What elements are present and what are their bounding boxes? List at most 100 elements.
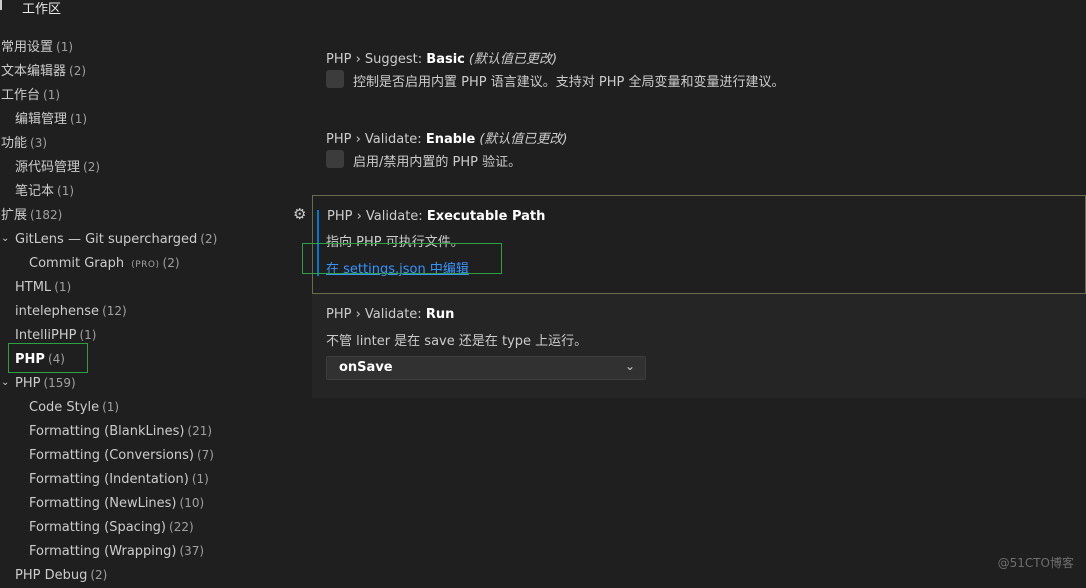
toc-item[interactable]: 源代码管理 (2) [0,155,300,179]
settings-toc: 常用设置 (1) 文本编辑器 (2) 工作台 (1) 编辑管理 (1) 功能 (3) 源代… [0,35,300,587]
toc-count: (2) [200,232,218,246]
toc-item-gitlens[interactable]: ⌄ GitLens — Git supercharged (2) [0,227,300,251]
toc-item[interactable]: 笔记本 (1) [0,179,300,203]
toc-item[interactable]: Formatting (BlankLines) (21) [0,419,300,443]
toc-count: (182) [30,208,63,222]
toc-label: Formatting (Indentation) [29,472,189,487]
setting-category: PHP › Suggest: [326,52,427,67]
toc-count: (1) [56,40,74,54]
setting-title: PHP › Suggest: Basic (默认值已更改) [326,48,557,67]
toc-label: Formatting (Conversions) [29,448,194,463]
setting-category: PHP › Validate: [327,209,427,224]
watermark: @51CTO博客 [997,556,1074,570]
toc-label: Code Style [29,400,100,415]
toc-item[interactable]: PHP Debug (2) [0,563,300,587]
toc-label: Formatting (Wrapping) [29,544,177,559]
setting-php-validate-enable: PHP › Validate: Enable (默认值已更改) 启用/禁用内置的 … [312,120,1086,180]
modified-indicator[interactable]: (默认值已更改) [469,52,557,67]
toc-label: 常用设置 [1,40,54,55]
toc-count: (37) [179,544,205,558]
tab-workspace-label: 工作区 [22,1,62,17]
pro-badge: (PRO) [131,260,160,270]
toc-count: (3) [30,136,48,150]
toc-item[interactable]: 编辑管理 (1) [0,107,300,131]
toc-item[interactable]: Formatting (Conversions) (7) [0,443,300,467]
setting-category: PHP › Validate: [326,132,426,147]
tab-indicator [0,0,2,10]
toc-label: intelephense [15,304,100,319]
toc-item[interactable]: 扩展 (182) [0,203,300,227]
setting-description: 不管 linter 是在 save 还是在 type 上运行。 [326,334,588,349]
toc-count: (159) [43,376,76,390]
toc-label: Formatting (Spacing) [29,520,167,535]
highlight-box-php [8,343,88,373]
setting-php-suggest-basic: PHP › Suggest: Basic (默认值已更改) 控制是否启用内置 PH… [312,40,1086,100]
toc-label: HTML [15,280,52,295]
toc-count: (2) [90,568,108,582]
toc-item[interactable]: Formatting (Wrapping) (37) [0,539,300,563]
suggest-basic-checkbox[interactable] [326,70,344,88]
toc-item[interactable]: 文本编辑器 (2) [0,59,300,83]
modified-indicator[interactable]: (默认值已更改) [479,132,567,147]
select-value: onSave [339,360,393,375]
toc-item[interactable]: Formatting (Spacing) (22) [0,515,300,539]
gear-icon[interactable]: ⚙ [293,206,309,222]
setting-title: PHP › Validate: Run [326,307,454,322]
toc-count: (21) [187,424,213,438]
highlight-box-link [302,243,502,274]
toc-label: Formatting (NewLines) [29,496,177,511]
toc-label: 扩展 [1,208,28,223]
toc-label: 文本编辑器 [1,64,67,79]
toc-item[interactable]: Code Style (1) [0,395,300,419]
toc-label: 编辑管理 [15,112,68,127]
setting-php-validate-run: PHP › Validate: Run 不管 linter 是在 save 还是… [312,294,1086,398]
toc-item[interactable]: Formatting (Indentation) (1) [0,467,300,491]
setting-description: 控制是否启用内置 PHP 语言建议。支持对 PHP 全局变量和变量进行建议。 [353,75,785,90]
toc-item[interactable]: 常用设置 (1) [0,35,300,59]
toc-count: (1) [102,400,120,414]
toc-count: (12) [102,304,127,318]
chevron-down-icon[interactable]: ⌄ [1,227,9,251]
toc-count: (22) [169,520,194,534]
toc-item[interactable]: 功能 (3) [0,131,300,155]
chevron-down-icon[interactable]: ⌄ [1,371,9,395]
toc-count: (1) [79,328,97,342]
setting-key: Enable [425,132,476,147]
toc-count: (2) [162,256,180,270]
setting-description: 启用/禁用内置的 PHP 验证。 [353,155,522,170]
chevron-down-icon: ⌄ [624,359,635,373]
setting-title: PHP › Validate: Executable Path [327,209,545,224]
toc-label: 工作台 [1,88,41,103]
toc-label: Commit Graph [29,256,125,271]
toc-label: 笔记本 [15,184,55,199]
toc-item[interactable]: Formatting (NewLines) (10) [0,491,300,515]
toc-label: 源代码管理 [15,160,81,175]
toc-label: GitLens — Git supercharged [15,232,198,247]
toc-count: (1) [191,472,209,486]
toc-count: (1) [54,280,72,294]
toc-count: (7) [196,448,214,462]
setting-title: PHP › Validate: Enable (默认值已更改) [326,128,567,147]
toc-count: (1) [43,88,61,102]
setting-key: Run [425,307,455,322]
toc-label: 功能 [1,136,28,151]
toc-count: (2) [69,64,87,78]
toc-label: IntelliPHP [15,328,77,343]
toc-item[interactable]: Commit Graph (PRO) (2) [0,251,300,275]
validate-run-select[interactable]: onSave ⌄ [326,356,646,380]
toc-count: (2) [83,160,101,174]
settings-scope-tab[interactable]: 工作区 [0,0,61,17]
toc-item[interactable]: 工作台 (1) [0,83,300,107]
setting-key: Basic [426,52,465,67]
toc-count: (10) [179,496,205,510]
toc-label: PHP [15,376,41,391]
toc-item-php-extension[interactable]: ⌄ PHP (159) [0,371,300,395]
setting-category: PHP › Validate: [326,307,426,322]
toc-item[interactable]: intelephense (12) [0,299,300,323]
toc-item[interactable]: HTML (1) [0,275,300,299]
setting-key: Executable Path [426,209,546,224]
toc-count: (1) [70,112,88,126]
toc-label: Formatting (BlankLines) [29,424,185,439]
validate-enable-checkbox[interactable] [326,150,344,168]
toc-count: (1) [57,184,75,198]
